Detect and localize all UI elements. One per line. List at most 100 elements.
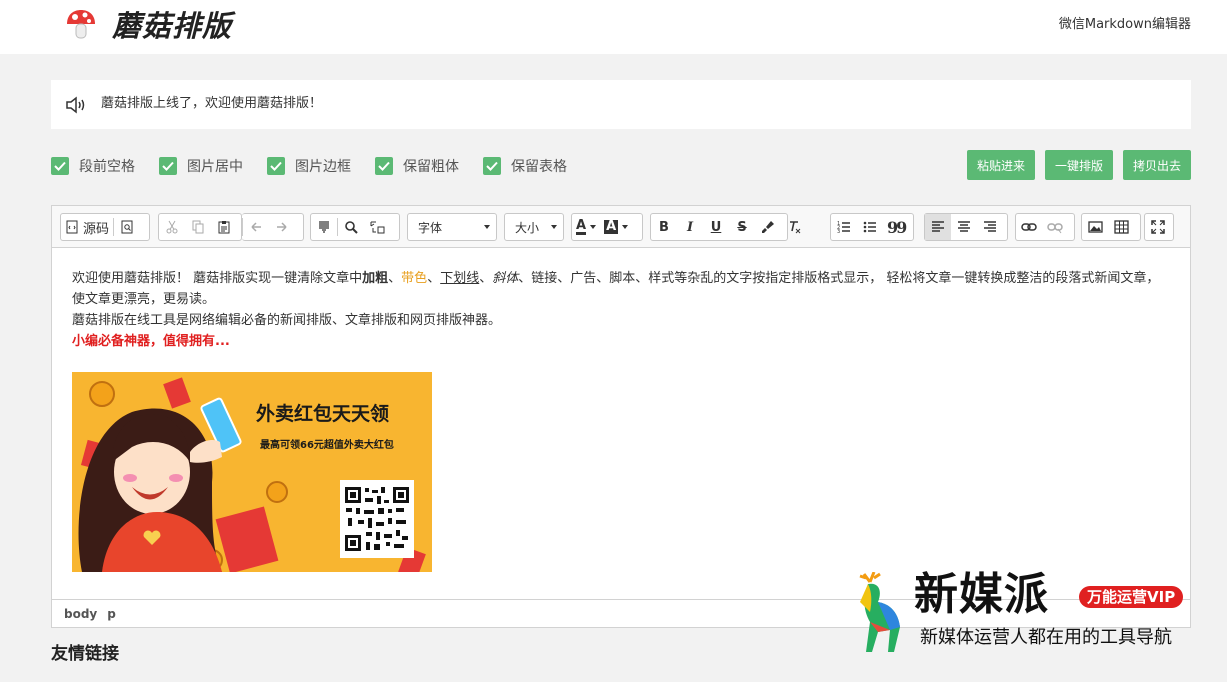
- insert-table-button[interactable]: [1108, 214, 1134, 240]
- insert-link-button[interactable]: [1016, 214, 1042, 240]
- option-label: 图片居中: [187, 159, 243, 175]
- table-icon: [1113, 220, 1129, 234]
- numbered-list-icon: 123: [837, 221, 850, 234]
- checkbox-checked-icon[interactable]: [483, 157, 501, 175]
- checkbox-checked-icon[interactable]: [51, 157, 69, 175]
- path-p[interactable]: p: [107, 607, 116, 621]
- font-size-select[interactable]: 大小: [504, 213, 564, 241]
- align-right-button[interactable]: [977, 214, 1003, 240]
- watermark-subtitle: 新媒体运营人都在用的工具导航: [920, 627, 1172, 648]
- banner-illustration: 外卖红包天天领 最高可领66元超值外卖大红包: [72, 372, 432, 572]
- numbered-list-button[interactable]: 123: [831, 214, 857, 240]
- rich-text-editor: 源码 字体 大小 A A B I U S 1 2 3 99 欢迎使用蘑菇排版！ …: [51, 205, 1191, 628]
- option-keep-table[interactable]: 保留表格: [483, 156, 567, 176]
- notice-text: 蘑菇排版上线了，欢迎使用蘑菇排版！: [101, 96, 323, 111]
- brand-title[interactable]: 蘑菇排版: [112, 8, 232, 44]
- toolbar-group-fullscreen: [1144, 213, 1174, 241]
- unlink-icon: [1047, 223, 1063, 234]
- redo-icon: [277, 222, 287, 232]
- undo-icon: [251, 222, 261, 232]
- chevron-down-icon: [484, 225, 490, 229]
- insert-image-button[interactable]: [1082, 214, 1108, 240]
- replace-button[interactable]: [364, 214, 390, 240]
- svg-text:3: 3: [837, 229, 840, 234]
- banner-subtitle: 最高可领66元超值外卖大红包: [260, 438, 394, 451]
- chevron-down-icon: [551, 225, 557, 229]
- paste-in-button[interactable]: 粘贴进来: [966, 150, 1035, 180]
- align-left-button[interactable]: [925, 214, 951, 240]
- one-click-format-button[interactable]: 一键排版: [1044, 150, 1113, 180]
- underline-button[interactable]: U: [703, 214, 729, 240]
- copy-button[interactable]: [185, 214, 211, 240]
- checkbox-checked-icon[interactable]: [159, 157, 177, 175]
- find-button[interactable]: [338, 214, 364, 240]
- align-left-icon: [932, 221, 944, 232]
- toolbar-group-tools: [310, 213, 400, 241]
- text-segment: 、: [479, 271, 493, 286]
- source-label: 源码: [83, 221, 110, 237]
- preview-button[interactable]: [114, 214, 140, 240]
- toolbar-group-link: [1015, 213, 1075, 241]
- align-center-icon: [958, 221, 970, 232]
- cut-button[interactable]: [159, 214, 185, 240]
- path-body[interactable]: body: [64, 607, 97, 621]
- action-buttons: 粘贴进来 一键排版 拷贝出去: [957, 150, 1191, 180]
- option-indent[interactable]: 段前空格: [51, 156, 135, 176]
- option-label: 保留粗体: [403, 159, 459, 175]
- fullscreen-button[interactable]: [1145, 214, 1171, 240]
- text-color-button[interactable]: A: [572, 214, 600, 240]
- option-center-image[interactable]: 图片居中: [159, 156, 243, 176]
- redo-button[interactable]: [269, 214, 295, 240]
- align-center-button[interactable]: [951, 214, 977, 240]
- source-code-icon: [66, 220, 78, 234]
- background-color-button[interactable]: A: [600, 214, 632, 240]
- editor-toolbar: 源码 字体 大小 A A B I U S 1 2 3 99: [52, 206, 1190, 248]
- option-label: 段前空格: [79, 159, 135, 175]
- toolbar-group-text-style: B I U S: [650, 213, 801, 241]
- option-label: 保留表格: [511, 159, 567, 175]
- italic-button[interactable]: I: [677, 214, 703, 240]
- background-color-icon: A: [604, 219, 619, 234]
- source-button[interactable]: 源码: [61, 214, 113, 240]
- strikethrough-button[interactable]: S: [729, 214, 755, 240]
- link-icon: [1021, 223, 1037, 231]
- paste-button[interactable]: [211, 214, 237, 240]
- bullet-list-button[interactable]: [857, 214, 883, 240]
- find-replace-icon: [370, 221, 385, 234]
- speaker-icon: [66, 96, 85, 114]
- checkbox-checked-icon[interactable]: [375, 157, 393, 175]
- font-family-select[interactable]: 字体: [407, 213, 497, 241]
- bold-text: 加粗: [362, 271, 389, 286]
- option-image-border[interactable]: 图片边框: [267, 156, 351, 176]
- watermark-title: 新媒派: [914, 569, 1049, 620]
- toolbar-group-align: [924, 213, 1008, 241]
- font-family-value: 字体: [418, 220, 443, 235]
- clear-format-brush-button[interactable]: [755, 214, 781, 240]
- mushroom-logo-icon[interactable]: [64, 8, 98, 42]
- format-painter-button[interactable]: [311, 214, 337, 240]
- font-size-value: 大小: [515, 220, 540, 235]
- chevron-down-icon: [590, 225, 597, 229]
- unlink-button[interactable]: [1042, 214, 1068, 240]
- copy-out-button[interactable]: 拷贝出去: [1122, 150, 1191, 180]
- option-keep-bold[interactable]: 保留粗体: [375, 156, 459, 176]
- banner-title: 外卖红包天天领: [256, 402, 389, 425]
- toolbar-group-history: [242, 213, 304, 241]
- blockquote-button[interactable]: 99: [883, 214, 909, 240]
- xinmeipai-watermark: 新媒派 万能运营VIP 新媒体运营人都在用的工具导航: [850, 569, 1210, 654]
- undo-button[interactable]: [243, 214, 269, 240]
- toolbar-group-insert: [1081, 213, 1141, 241]
- colored-text: 带色: [401, 271, 428, 286]
- toolbar-group-color: A A: [571, 213, 643, 241]
- text-segment: 欢迎使用蘑菇排版！ 蘑菇排版实现一键清除文章中: [72, 271, 363, 286]
- editor-content[interactable]: 欢迎使用蘑菇排版！ 蘑菇排版实现一键清除文章中加粗、带色、下划线、斜体、链接、广…: [72, 268, 1172, 352]
- bold-button[interactable]: B: [651, 214, 677, 240]
- remove-format-button[interactable]: [781, 214, 807, 240]
- toolbar-group-source: 源码: [60, 213, 150, 241]
- text-segment: 、: [388, 271, 402, 286]
- toolbar-group-lists: 123 99: [830, 213, 914, 241]
- markdown-editor-link[interactable]: 微信Markdown编辑器: [1059, 16, 1191, 34]
- remove-format-icon: [790, 221, 801, 234]
- paste-icon: [218, 221, 230, 234]
- checkbox-checked-icon[interactable]: [267, 157, 285, 175]
